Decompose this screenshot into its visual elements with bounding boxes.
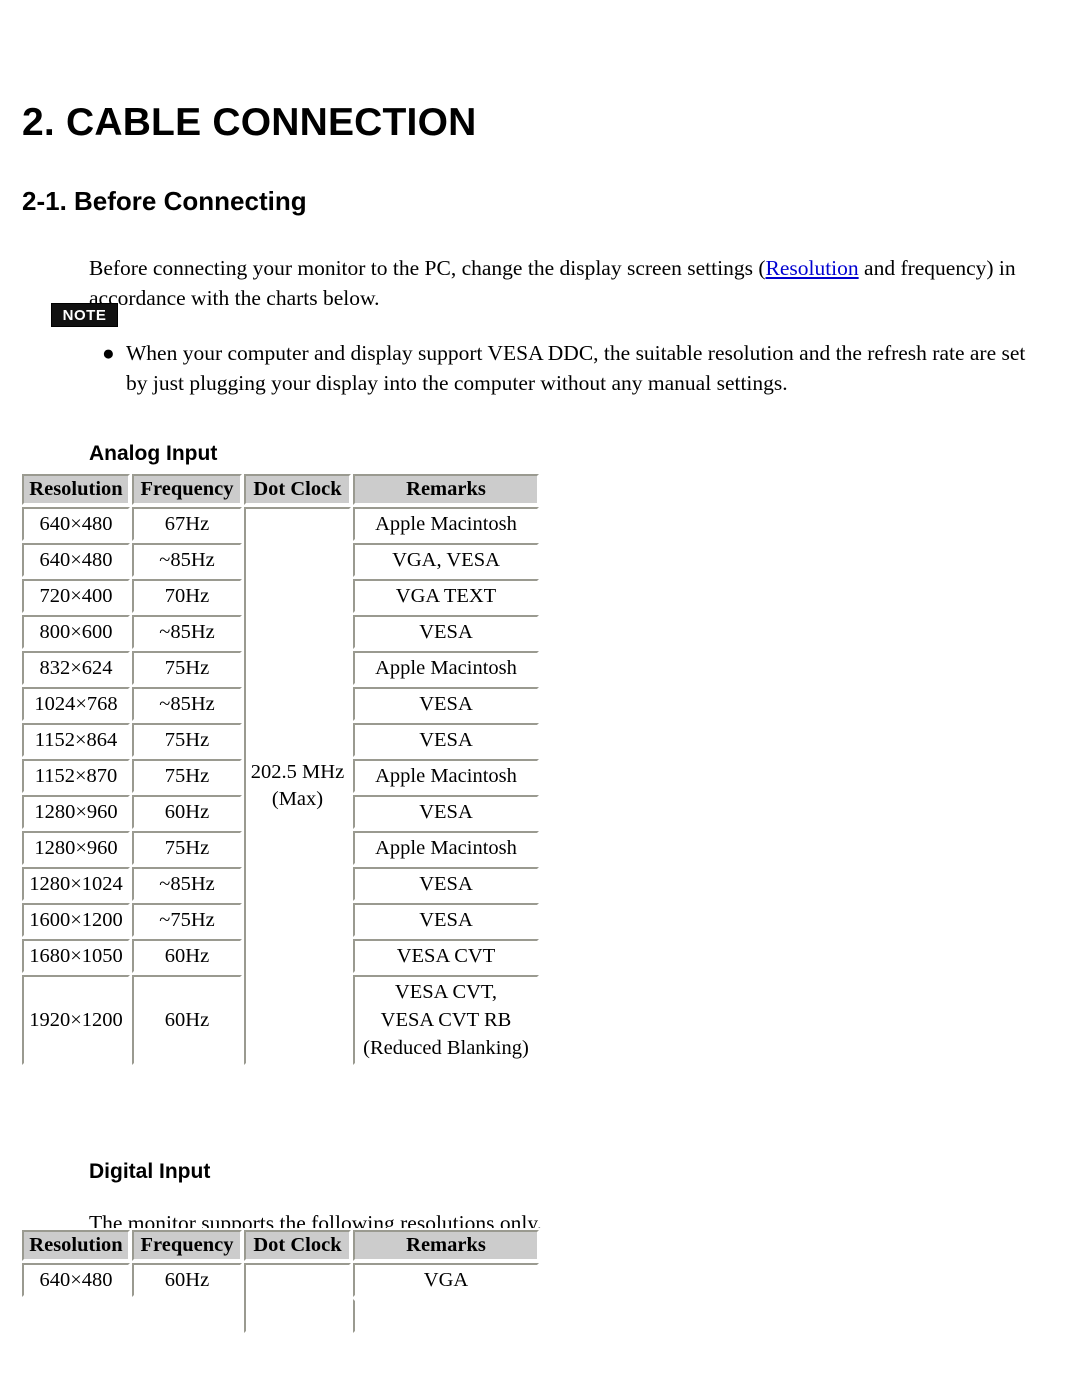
remarks-line-3: (Reduced Blanking): [363, 1037, 529, 1059]
cell-resolution: 720×400: [22, 579, 130, 613]
cell-frequency: 60Hz: [132, 795, 242, 829]
cell-frequency: 60Hz: [132, 939, 242, 973]
resolution-link[interactable]: Resolution: [765, 256, 858, 280]
section-heading: 2-1. Before Connecting: [22, 185, 307, 216]
cell-remarks: Apple Macintosh: [353, 759, 539, 793]
cell-resolution: 1680×1050: [22, 939, 130, 973]
remarks-line-2: VESA CVT RB: [380, 1009, 512, 1031]
cell-remarks: VESA CVT: [353, 939, 539, 973]
list-item: ● When your computer and display support…: [96, 338, 1036, 398]
cell-remarks: VGA, VESA: [353, 543, 539, 577]
cell-frequency: 60Hz: [132, 1263, 242, 1297]
cell-frequency: 60Hz: [132, 975, 242, 1065]
column-header-dot-clock: Dot Clock: [244, 1230, 351, 1261]
cell-resolution: 1024×768: [22, 687, 130, 721]
cell-remarks: Apple Macintosh: [353, 831, 539, 865]
column-header-resolution: Resolution: [22, 474, 130, 505]
cell-resolution: 1152×870: [22, 759, 130, 793]
cell-remarks: Apple Macintosh: [353, 507, 539, 541]
bullet-icon: ●: [102, 341, 115, 365]
cell-spacer-remarks: [353, 1299, 539, 1333]
cell-resolution: 832×624: [22, 651, 130, 685]
page-title: 2. CABLE CONNECTION: [22, 101, 477, 145]
cell-remarks: VESA: [353, 723, 539, 757]
cell-remarks: VGA: [353, 1263, 539, 1297]
cell-frequency: 75Hz: [132, 723, 242, 757]
table-header-row: Resolution Frequency Dot Clock Remarks: [22, 1230, 539, 1261]
cell-resolution: 640×480: [22, 507, 130, 541]
cell-resolution: 1920×1200: [22, 975, 130, 1065]
note-badge: NOTE: [51, 303, 118, 327]
column-header-resolution: Resolution: [22, 1230, 130, 1261]
table-header-row: Resolution Frequency Dot Clock Remarks: [22, 474, 539, 505]
column-header-frequency: Frequency: [132, 474, 242, 505]
column-header-remarks: Remarks: [353, 474, 539, 505]
table-row: 640×480 67Hz 202.5 MHz (Max) Apple Macin…: [22, 507, 539, 1065]
cell-frequency: 75Hz: [132, 759, 242, 793]
digital-input-table: Resolution Frequency Dot Clock Remarks 6…: [20, 1228, 541, 1335]
cell-frequency: ~85Hz: [132, 543, 242, 577]
cell-resolution: 1600×1200: [22, 903, 130, 937]
cell-resolution: 640×480: [22, 543, 130, 577]
cell-frequency: ~85Hz: [132, 615, 242, 649]
remarks-line-1: VESA CVT,: [394, 981, 498, 1003]
cell-remarks: VESA: [353, 687, 539, 721]
cell-resolution: 800×600: [22, 615, 130, 649]
cell-remarks: VESA: [353, 795, 539, 829]
cell-dot-clock: 202.5 MHz (Max): [244, 507, 351, 1065]
analog-input-heading: Analog Input: [89, 442, 218, 465]
cell-frequency: ~75Hz: [132, 903, 242, 937]
cell-remarks: Apple Macintosh: [353, 651, 539, 685]
document-page: 2. CABLE CONNECTION 2-1. Before Connecti…: [0, 0, 1080, 1397]
cell-frequency: 75Hz: [132, 651, 242, 685]
cell-resolution: 640×480: [22, 1263, 130, 1297]
cell-remarks: VESA: [353, 867, 539, 901]
intro-paragraph: Before connecting your monitor to the PC…: [89, 253, 1024, 313]
dot-clock-line-1: 202.5 MHz: [250, 761, 345, 783]
digital-input-heading: Digital Input: [89, 1160, 211, 1183]
cell-dot-clock: [244, 1263, 351, 1333]
column-header-remarks: Remarks: [353, 1230, 539, 1261]
cell-resolution: 1280×1024: [22, 867, 130, 901]
column-header-dot-clock: Dot Clock: [244, 474, 351, 505]
cell-frequency: ~85Hz: [132, 867, 242, 901]
cell-spacer-frequency: [132, 1299, 242, 1333]
cell-frequency: 67Hz: [132, 507, 242, 541]
cell-remarks: VESA CVT, VESA CVT RB (Reduced Blanking): [353, 975, 539, 1065]
cell-resolution: 1152×864: [22, 723, 130, 757]
intro-text-before-link: Before connecting your monitor to the PC…: [89, 255, 766, 280]
dot-clock-line-2: (Max): [271, 788, 324, 810]
cell-frequency: ~85Hz: [132, 687, 242, 721]
cell-remarks: VGA TEXT: [353, 579, 539, 613]
cell-frequency: 70Hz: [132, 579, 242, 613]
note-list: ● When your computer and display support…: [96, 338, 1036, 398]
cell-resolution: 1280×960: [22, 795, 130, 829]
column-header-frequency: Frequency: [132, 1230, 242, 1261]
cell-frequency: 75Hz: [132, 831, 242, 865]
analog-input-table: Resolution Frequency Dot Clock Remarks 6…: [20, 472, 541, 1067]
cell-remarks: VESA: [353, 615, 539, 649]
note-item-text: When your computer and display support V…: [126, 341, 1026, 395]
cell-spacer-resolution: [22, 1299, 130, 1333]
table-row: 640×480 60Hz VGA: [22, 1263, 539, 1333]
cell-remarks: VESA: [353, 903, 539, 937]
cell-resolution: 1280×960: [22, 831, 130, 865]
